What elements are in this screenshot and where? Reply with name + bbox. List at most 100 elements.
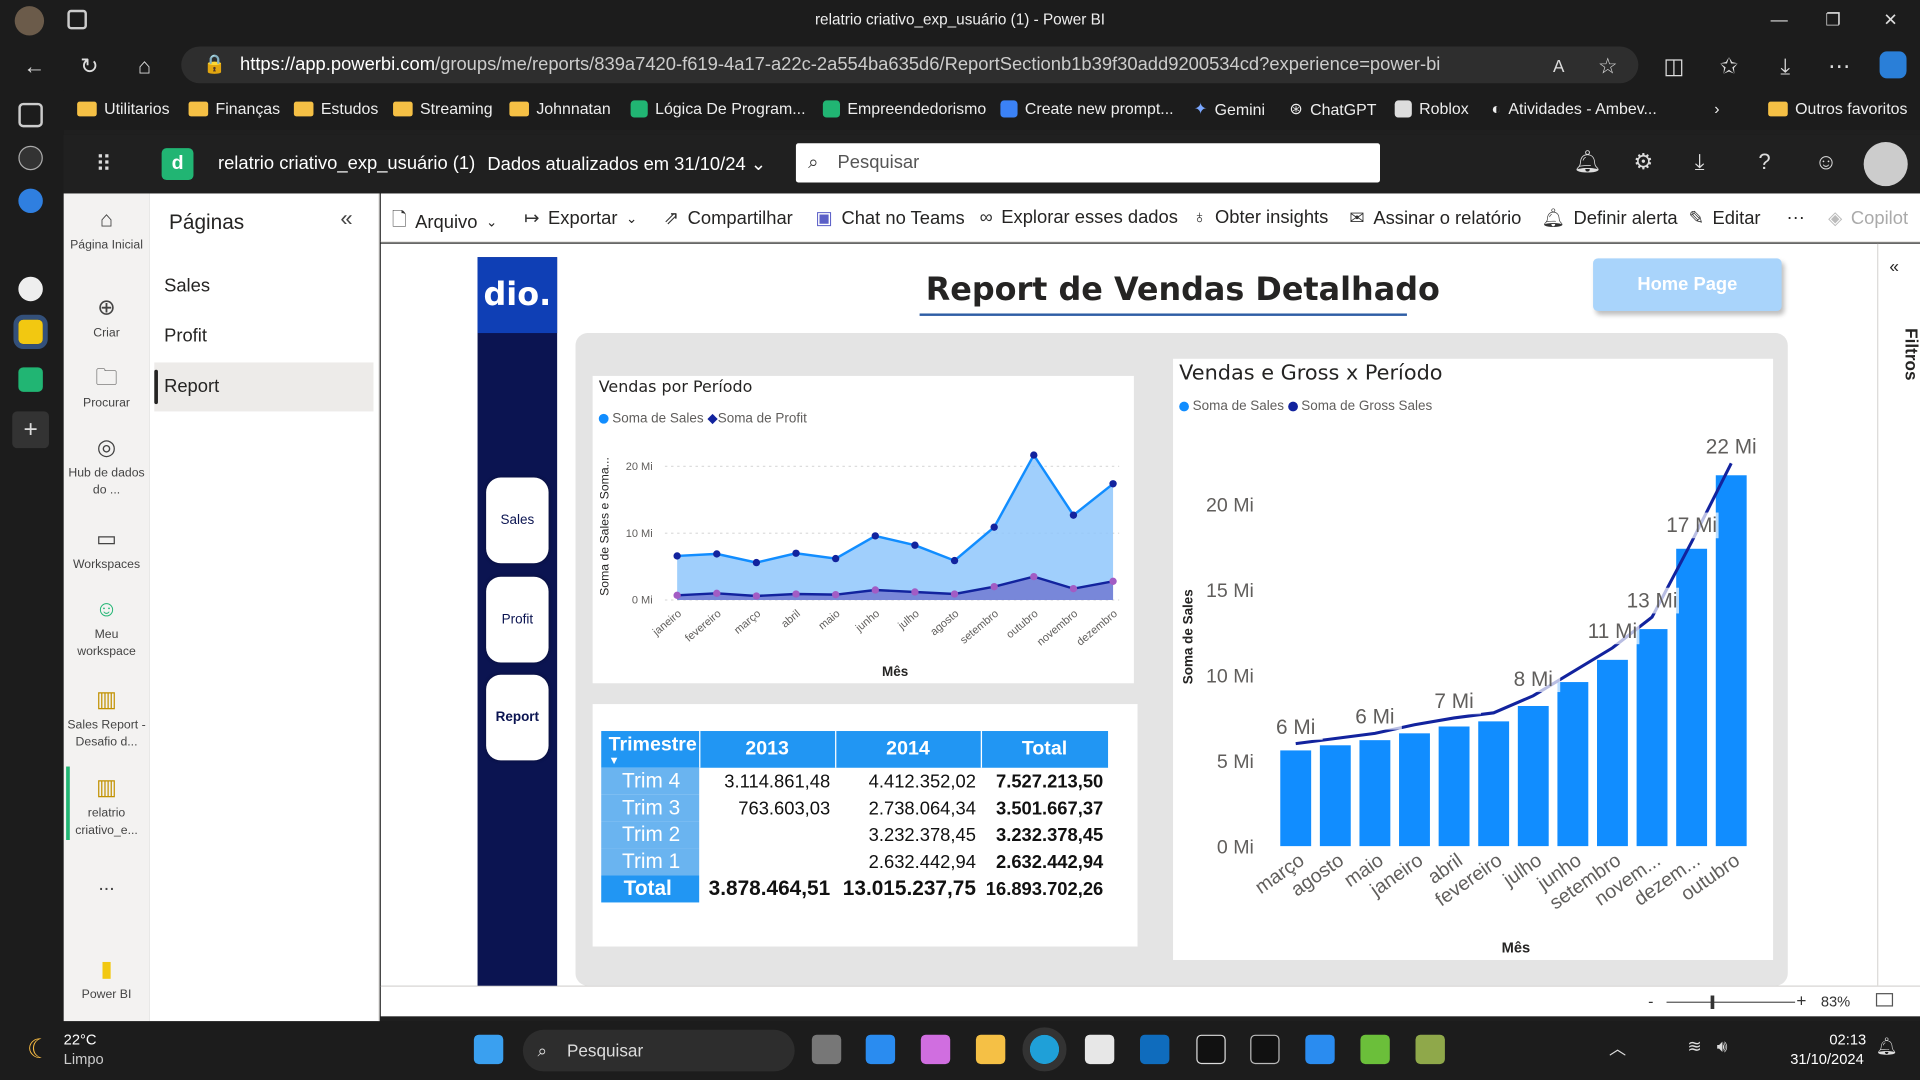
page-sales[interactable]: Sales: [154, 262, 373, 311]
file-menu[interactable]: 🗋 Arquivo ⌄: [392, 207, 497, 238]
zoom-in-button[interactable]: +: [1796, 991, 1806, 1011]
zoom-slider[interactable]: [1666, 1001, 1796, 1003]
git-kraken-2-icon[interactable]: [1415, 1034, 1445, 1065]
matrix-header-trimestre[interactable]: Trimestre ▼: [601, 731, 700, 768]
fav-gemini[interactable]: ✦ Gemini: [1194, 99, 1265, 119]
zoom-slider-thumb[interactable]: [1710, 995, 1715, 1009]
teams-chat-button[interactable]: ▣ Chat no Teams: [816, 207, 965, 229]
refresh-info[interactable]: Dados atualizados em 31/10/24 ⌄: [487, 153, 766, 175]
edit-button[interactable]: ✎ Editar: [1689, 207, 1761, 229]
epic-games-icon[interactable]: [1196, 1034, 1226, 1065]
copilot-app-icon[interactable]: [920, 1034, 951, 1065]
share-button[interactable]: ⇗ Compartilhar: [664, 207, 793, 229]
chatgpt-tab-icon[interactable]: [18, 145, 43, 171]
powerbi-tab-icon[interactable]: [13, 314, 48, 349]
nav-workspaces[interactable]: ▭ Workspaces: [64, 525, 150, 573]
nav-my-workspace[interactable]: ☺ Meu workspace: [64, 595, 150, 660]
export-menu[interactable]: ↦ Exportar ⌄: [524, 207, 637, 229]
download-icon[interactable]: ⤓: [1695, 149, 1705, 175]
zoom-out-button[interactable]: -: [1648, 992, 1653, 1010]
subscribe-button[interactable]: ✉ Assinar o relatório: [1349, 207, 1521, 229]
more-options-icon[interactable]: ⋯: [1826, 53, 1853, 80]
trello-tab-icon[interactable]: [18, 367, 43, 392]
store-icon[interactable]: [1084, 1034, 1115, 1065]
search-input[interactable]: ⌕ Pesquisar: [795, 143, 1381, 183]
copilot-icon[interactable]: [1879, 51, 1907, 79]
downloads-icon[interactable]: ⤓: [1772, 53, 1799, 80]
home-page-button[interactable]: Home Page: [1593, 258, 1782, 312]
explore-data-button[interactable]: ∞ Explorar esses dados: [980, 207, 1178, 228]
taskbar-search[interactable]: ⌕ Pesquisar: [522, 1029, 795, 1072]
filters-pane[interactable]: « Filtros: [1877, 243, 1920, 986]
fav-roblox[interactable]: Roblox: [1394, 99, 1469, 118]
add-tab-icon[interactable]: +: [12, 411, 49, 449]
address-bar[interactable]: 🔒 https://app.powerbi.com/groups/me/repo…: [181, 46, 1639, 84]
tray-chevron-icon[interactable]: ︿: [1609, 1036, 1626, 1060]
back-icon[interactable]: ←: [21, 53, 48, 80]
vscode-icon[interactable]: [865, 1034, 896, 1065]
read-aloud-icon[interactable]: A: [1545, 53, 1572, 80]
nav-create[interactable]: ⊕ Criar: [64, 294, 150, 342]
favorite-star-icon[interactable]: ☆: [1594, 53, 1621, 80]
nav-profit-button[interactable]: Profit: [486, 576, 549, 663]
nav-datahub[interactable]: ◎ Hub de dados do ...: [64, 433, 150, 498]
split-screen-icon[interactable]: ◫: [1660, 53, 1687, 80]
vertical-tabs-icon[interactable]: [18, 102, 43, 128]
restore-icon[interactable]: ❐: [1821, 7, 1845, 31]
fav-streaming[interactable]: Streaming: [393, 99, 493, 118]
clock-date[interactable]: 31/10/2024: [1790, 1051, 1864, 1068]
weather-temp[interactable]: 22°C: [64, 1031, 97, 1048]
share-feedback-icon[interactable]: ☺: [1815, 149, 1838, 175]
nav-sales-button[interactable]: Sales: [486, 477, 549, 564]
nav-recent-sales-report[interactable]: ▥ Sales Report - Desafio d...: [64, 686, 150, 751]
page-report[interactable]: Report: [154, 362, 374, 412]
expand-filters-icon[interactable]: «: [1889, 256, 1899, 276]
nav-browse[interactable]: 🗀 Procurar: [64, 364, 150, 412]
matrix-header-total[interactable]: Total: [980, 731, 1109, 768]
clock-time[interactable]: 02:13: [1829, 1031, 1866, 1048]
app-launcher-icon[interactable]: ⠿: [96, 152, 112, 178]
chevron-right-icon[interactable]: ›: [1714, 99, 1719, 117]
fav-outros[interactable]: Outros favoritos: [1768, 99, 1907, 118]
insights-button[interactable]: ♁ Obter insights: [1193, 207, 1329, 228]
settings-icon[interactable]: ⚙: [1633, 149, 1653, 175]
fav-logica[interactable]: Lógica De Program...: [630, 99, 806, 118]
fav-financas[interactable]: Finanças: [188, 99, 280, 118]
edge-icon[interactable]: [1022, 1027, 1067, 1072]
nav-more[interactable]: ...: [64, 872, 150, 898]
edge-tab-icon[interactable]: [18, 188, 43, 214]
terminal-icon[interactable]: [1250, 1034, 1280, 1065]
notification-bell-icon[interactable]: 🔔︎: [1876, 1036, 1898, 1057]
github-tab-icon[interactable]: [18, 276, 43, 302]
network-icon[interactable]: ≋: [1687, 1036, 1701, 1057]
refresh-icon[interactable]: ↻: [76, 53, 103, 80]
home-icon[interactable]: ⌂: [131, 53, 158, 80]
fav-johnnatan[interactable]: Johnnatan: [509, 99, 611, 118]
git-kraken-icon[interactable]: [1360, 1034, 1390, 1065]
matrix-header-2013[interactable]: 2013: [699, 731, 836, 768]
fav-chatgpt[interactable]: ⊛ ChatGPT: [1289, 99, 1376, 119]
favorites-icon[interactable]: ✩: [1716, 53, 1743, 80]
report-name[interactable]: relatrio criativo_exp_usuário (1): [218, 153, 475, 174]
fav-atividades[interactable]: ◐ Atividades - Ambev...: [1491, 99, 1656, 117]
close-window-icon[interactable]: ✕: [1878, 7, 1902, 31]
outlook-icon[interactable]: [1140, 1034, 1170, 1065]
azure-data-studio-icon[interactable]: [1305, 1034, 1335, 1065]
page-profit[interactable]: Profit: [154, 312, 373, 361]
start-icon[interactable]: [473, 1034, 504, 1065]
fav-utilitarios[interactable]: Utilitarios: [77, 99, 170, 118]
copilot-button[interactable]: ◈ Copilot: [1828, 207, 1908, 229]
minimize-icon[interactable]: —: [1767, 7, 1791, 31]
fav-create-prompt[interactable]: Create new prompt...: [1000, 99, 1174, 118]
fav-empreendedorismo[interactable]: Empreendedorismo: [822, 99, 986, 118]
collapse-pane-icon[interactable]: «: [340, 206, 352, 232]
nav-home[interactable]: ⌂ Página Inicial: [64, 206, 150, 254]
fit-page-icon[interactable]: [1875, 993, 1894, 1007]
task-view-icon[interactable]: [811, 1034, 842, 1065]
help-icon[interactable]: ?: [1758, 149, 1770, 175]
volume-icon[interactable]: 🔊︎: [1717, 1036, 1728, 1057]
matrix-header-2014[interactable]: 2014: [835, 731, 982, 768]
nav-recent-relatorio[interactable]: ▥ relatrio criativo_e...: [64, 774, 150, 839]
user-avatar[interactable]: [1863, 142, 1908, 187]
notifications-icon[interactable]: 🔔︎: [1573, 149, 1601, 175]
